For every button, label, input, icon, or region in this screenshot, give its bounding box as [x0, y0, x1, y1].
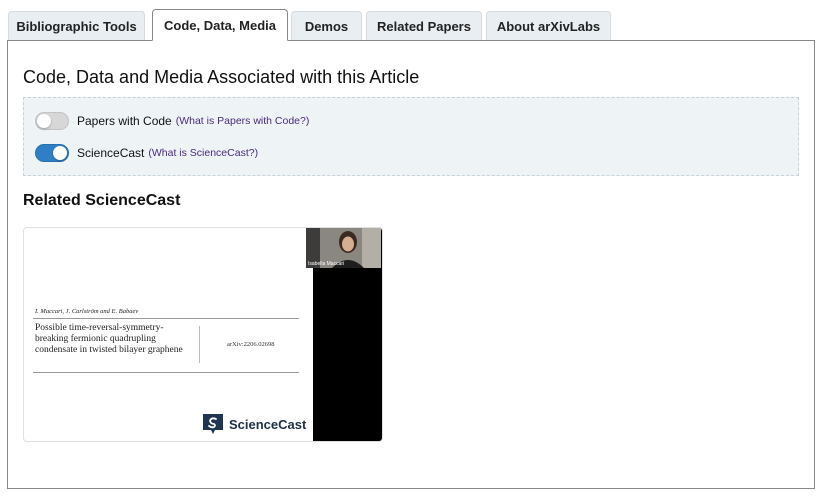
toggle-knob: [37, 114, 51, 128]
papers-with-code-toggle[interactable]: [35, 112, 69, 130]
tab-panel: Code, Data and Media Associated with thi…: [7, 40, 815, 489]
sciencecast-toggle[interactable]: [35, 144, 69, 162]
sciencecast-logo-icon: [203, 414, 223, 434]
slide-arxiv-id: arXiv:2206.02698: [227, 341, 275, 348]
slide-authors: I. Maccari, J. Carlström and E. Babaev: [35, 308, 139, 315]
toggles-box: Papers with Code (What is Papers with Co…: [23, 97, 799, 176]
slide-paper-title: Possible time-reversal-symmetry-breaking…: [35, 323, 183, 355]
tab-related-papers[interactable]: Related Papers: [366, 11, 482, 40]
sciencecast-label: ScienceCast: [77, 146, 145, 160]
slide-divider: [199, 326, 200, 363]
panel-heading: Code, Data and Media Associated with thi…: [23, 67, 420, 87]
sciencecast-video-thumbnail[interactable]: Isabella Maccari I. Maccari, J. Carlströ…: [23, 227, 383, 442]
tab-demos[interactable]: Demos: [291, 11, 362, 40]
sciencecast-brand-text: ScienceCast: [229, 416, 307, 432]
slide-rule-top: [33, 318, 299, 319]
what-is-papers-with-code-link[interactable]: (What is Papers with Code?): [176, 115, 310, 127]
related-sciencecast-heading: Related ScienceCast: [23, 192, 181, 209]
papers-with-code-toggle-row: Papers with Code (What is Papers with Co…: [35, 112, 309, 130]
presenter-caption: Isabella Maccari: [308, 261, 345, 267]
tab-about-arxivlabs[interactable]: About arXivLabs: [486, 11, 611, 40]
sciencecast-logo: ScienceCast: [201, 413, 306, 435]
what-is-sciencecast-link[interactable]: (What is ScienceCast?): [148, 147, 258, 159]
sciencecast-toggle-row: ScienceCast (What is ScienceCast?): [35, 144, 258, 162]
slide-rule-bottom: [33, 372, 299, 373]
tab-bibliographic-tools[interactable]: Bibliographic Tools: [8, 11, 145, 40]
papers-with-code-label: Papers with Code: [77, 114, 172, 128]
presenter-webcam: Isabella Maccari: [306, 228, 381, 268]
tab-code-data-media[interactable]: Code, Data, Media: [152, 9, 288, 41]
toggle-knob: [53, 146, 67, 160]
